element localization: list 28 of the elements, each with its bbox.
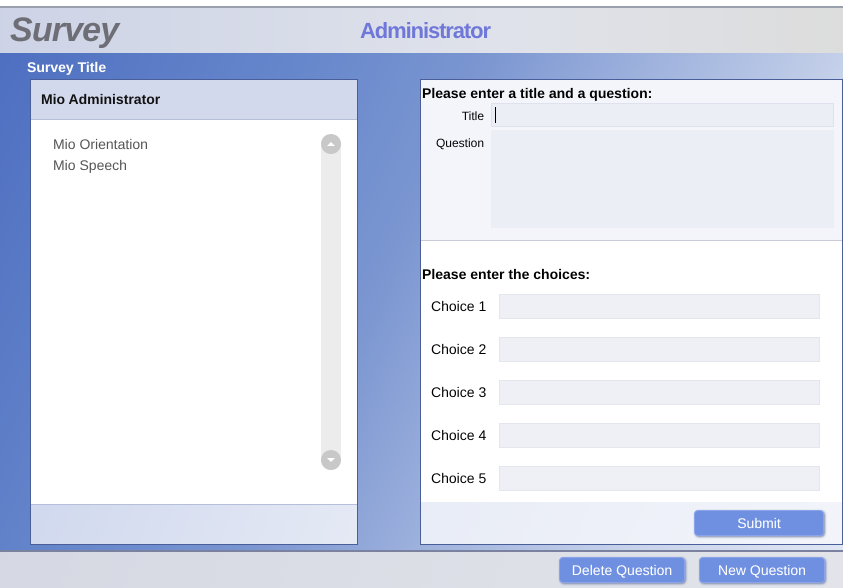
page-title: Administrator [360, 17, 490, 45]
section-label: Survey Title [27, 58, 108, 77]
choice-field[interactable] [499, 337, 820, 362]
choice-field[interactable] [499, 423, 820, 448]
scroll-up-icon[interactable] [321, 134, 341, 154]
scroll-down-icon[interactable] [321, 450, 341, 470]
survey-list-item[interactable]: Mio Orientation [53, 134, 321, 155]
field-label: Question [434, 135, 485, 152]
choice-field[interactable] [499, 466, 820, 491]
app-logo: Survey [10, 10, 122, 51]
choice-label: Choice 3 [430, 383, 488, 402]
scrollbar[interactable] [321, 134, 341, 470]
text-cursor-icon [495, 107, 496, 123]
choice-label: Choice 4 [430, 426, 488, 445]
choice-label: Choice 2 [430, 340, 488, 359]
survey-list-item[interactable]: Mio Speech [53, 155, 321, 176]
choice-field[interactable] [499, 294, 820, 319]
title-field[interactable] [491, 103, 834, 127]
panel-heading: Mio Administrator [41, 90, 160, 109]
form-heading: Please enter the choices: [421, 266, 590, 282]
action-button[interactable]: Delete Question [559, 557, 685, 583]
action-button[interactable]: Submit [694, 510, 824, 536]
choice-label: Choice 5 [430, 469, 488, 488]
action-button[interactable]: New Question [699, 557, 825, 583]
choice-field[interactable] [499, 380, 820, 405]
choice-label: Choice 1 [430, 297, 488, 316]
form-heading: Please enter a title and a question: [422, 85, 652, 101]
field-label: Title [460, 108, 485, 125]
